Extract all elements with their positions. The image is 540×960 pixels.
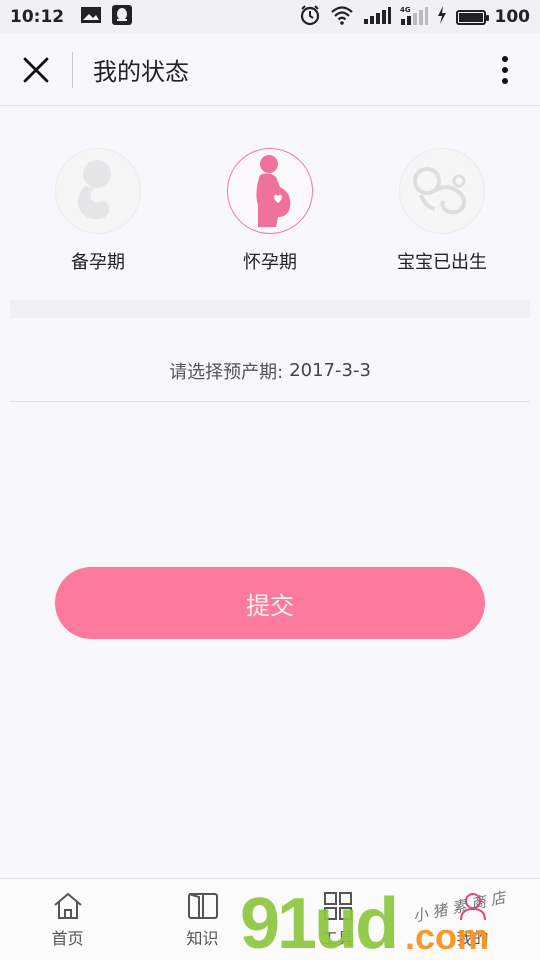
battery-level: 100: [494, 7, 531, 27]
nav-home[interactable]: 首页: [0, 879, 135, 960]
signal-4g-icon: 4G: [400, 5, 428, 30]
image-icon: [80, 6, 102, 29]
option-preparing-label: 备孕期: [71, 252, 125, 273]
option-born-label: 宝宝已出生: [397, 252, 487, 273]
submit-button[interactable]: 提交: [55, 567, 485, 639]
more-button[interactable]: [470, 34, 540, 106]
battery-icon: [455, 9, 489, 25]
wifi-icon: [330, 5, 354, 30]
section-separator: [10, 300, 530, 318]
header-divider: [72, 51, 73, 88]
app-header: 我的状态: [0, 34, 540, 106]
fetus-icon: [77, 160, 111, 220]
nav-home-label: 首页: [51, 928, 84, 948]
nav-tools[interactable]: 工具: [270, 879, 405, 960]
option-pregnant[interactable]: 怀孕期: [180, 140, 360, 280]
status-bar: 10:12 4G 100: [0, 0, 540, 34]
nav-mine-label: 我的: [456, 928, 489, 948]
option-pregnant-circle: [227, 148, 313, 234]
close-button[interactable]: [0, 34, 72, 106]
page-title: 我的状态: [93, 58, 189, 86]
grid-icon: [323, 891, 352, 920]
nav-knowledge-label: 知识: [186, 928, 219, 948]
status-options: 备孕期 怀孕期 宝宝已出生: [0, 140, 540, 280]
option-born-circle: [399, 148, 485, 234]
qq-icon: [112, 4, 133, 30]
signal-icon: [363, 6, 391, 29]
status-time: 10:12: [10, 7, 65, 27]
option-born[interactable]: 宝宝已出生: [352, 140, 532, 280]
charging-icon: [437, 5, 447, 29]
due-date-picker[interactable]: 请选择预产期: 2017-3-3: [10, 340, 530, 402]
option-preparing-circle: [55, 148, 141, 234]
bottom-nav: 首页 知识 工具 我的: [0, 878, 540, 960]
due-date-value: 2017-3-3: [289, 360, 371, 381]
nav-mine[interactable]: 我的: [405, 879, 540, 960]
option-pregnant-label: 怀孕期: [243, 252, 297, 273]
option-preparing[interactable]: 备孕期: [8, 140, 188, 280]
nav-tools-label: 工具: [321, 928, 354, 948]
due-date-label: 请选择预产期:: [169, 361, 284, 383]
more-vertical-icon: [502, 55, 508, 84]
book-icon: [187, 892, 218, 919]
svg-text:4G: 4G: [400, 6, 411, 14]
alarm-icon: [299, 4, 321, 31]
pregnant-woman-icon: [256, 155, 291, 227]
close-icon: [23, 57, 49, 82]
home-icon: [53, 892, 82, 919]
user-icon: [459, 892, 486, 920]
baby-icon: [413, 167, 467, 215]
nav-knowledge[interactable]: 知识: [135, 879, 270, 960]
